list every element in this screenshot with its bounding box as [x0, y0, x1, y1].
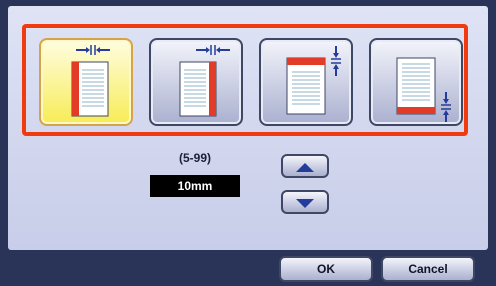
margin-value-display: 10mm — [150, 175, 240, 197]
increase-button[interactable] — [281, 154, 329, 178]
margin-range-label: (5-99) — [178, 151, 211, 165]
left-binding-icon — [71, 45, 110, 117]
left-binding-button[interactable] — [39, 38, 133, 126]
right-binding-icon — [179, 45, 230, 117]
screen-frame: (5-99) 10mm OK Cancel — [0, 0, 496, 286]
top-binding-button[interactable] — [259, 38, 353, 126]
arrow-up-icon — [296, 163, 314, 172]
bottom-binding-button[interactable] — [369, 38, 463, 126]
cancel-button[interactable]: Cancel — [381, 256, 475, 282]
arrow-down-icon — [296, 199, 314, 208]
bottom-binding-icon — [396, 57, 451, 122]
ok-button[interactable]: OK — [279, 256, 373, 282]
right-binding-button[interactable] — [149, 38, 243, 126]
decrease-button[interactable] — [281, 190, 329, 214]
top-binding-icon — [286, 46, 341, 115]
